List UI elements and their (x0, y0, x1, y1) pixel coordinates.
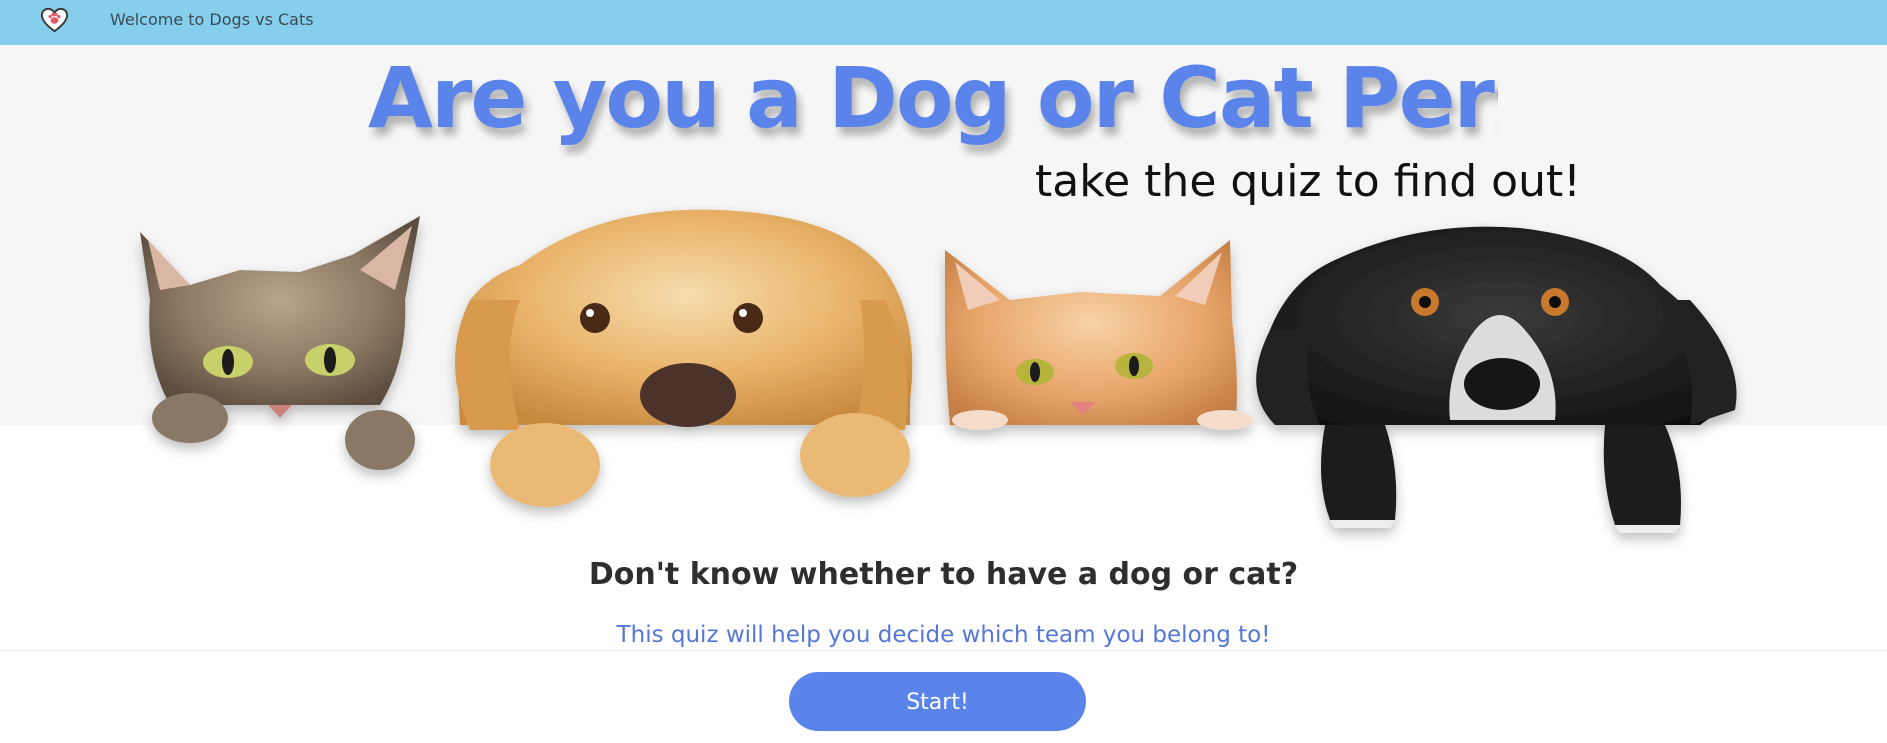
golden-retriever-image (455, 209, 913, 507)
orange-cat-image (945, 240, 1253, 430)
quiz-question: Don't know whether to have a dog or cat? (588, 557, 1299, 592)
pets-illustration (140, 209, 1737, 533)
quiz-description: This quiz will help you decide which tea… (616, 622, 1271, 648)
start-button[interactable]: Start! (789, 672, 1086, 731)
section-divider (0, 650, 1887, 651)
tabby-cat-image (140, 216, 420, 470)
black-white-dog-image (1256, 226, 1737, 533)
